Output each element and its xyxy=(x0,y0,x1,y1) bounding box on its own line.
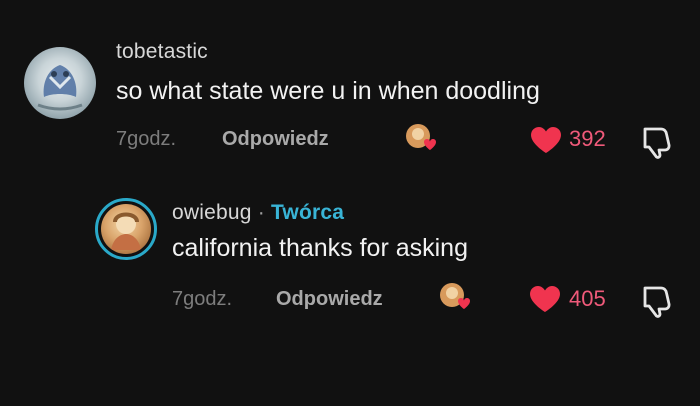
creator-liked-badge-icon xyxy=(440,283,470,309)
separator: · xyxy=(257,201,265,224)
profile-avatar-icon xyxy=(37,65,83,111)
reply-button[interactable]: Odpowiedz xyxy=(276,288,383,311)
username[interactable]: owiebug xyxy=(172,201,252,224)
username-row: owiebug · Twórca xyxy=(172,201,344,225)
username[interactable]: tobetastic xyxy=(116,40,208,64)
like-count: 392 xyxy=(569,126,606,151)
comments-screen: tobetastic so what state were u in when … xyxy=(0,0,700,406)
comment-text: california thanks for asking xyxy=(172,234,468,262)
comment-text: so what state were u in when doodling xyxy=(116,77,540,105)
heart-icon[interactable] xyxy=(528,284,562,314)
reply-button[interactable]: Odpowiedz xyxy=(222,128,329,151)
comment-time: 7godz. xyxy=(172,288,233,310)
comment-time: 7godz. xyxy=(116,128,177,150)
creator-badge: Twórca xyxy=(270,201,345,224)
like-count: 405 xyxy=(569,286,606,311)
avatar[interactable] xyxy=(24,47,96,119)
creator-liked-badge-icon xyxy=(406,124,436,150)
thumbs-down-icon[interactable] xyxy=(639,284,675,318)
heart-icon[interactable] xyxy=(529,125,563,155)
thumbs-down-icon[interactable] xyxy=(639,125,675,159)
profile-avatar-icon xyxy=(111,212,141,250)
avatar[interactable] xyxy=(101,204,151,254)
